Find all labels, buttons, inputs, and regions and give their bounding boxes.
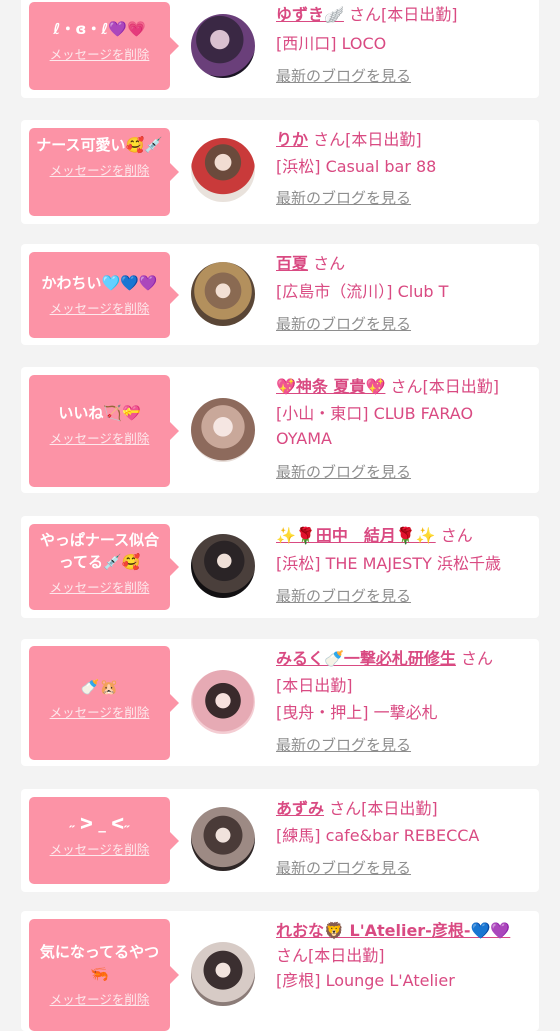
shop-name: [彦根] Lounge L'Atelier bbox=[276, 971, 455, 990]
honorific: さん bbox=[461, 649, 494, 668]
message-card: かわちい🩵💙💜 メッセージを削除 百夏 さん [広島市（流川）] Club T … bbox=[21, 244, 539, 345]
message-text: ナース可愛い🥰💉 bbox=[36, 136, 163, 154]
latest-blog-link[interactable]: 最新のブログを見る bbox=[276, 856, 533, 881]
shop-name: [広島市（流川）] Club T bbox=[276, 282, 449, 301]
honorific: さん bbox=[329, 799, 362, 818]
message-bubble: やっぱナース似合ってる💉🥰 メッセージを削除 bbox=[29, 524, 179, 610]
delete-message-link[interactable]: メッセージを削除 bbox=[29, 839, 170, 858]
honorific: さん bbox=[440, 526, 473, 545]
cast-name-link[interactable]: れおな🦁 L'Atelier-彦根-💙💜 bbox=[276, 921, 510, 940]
delete-message-link[interactable]: メッセージを削除 bbox=[29, 428, 170, 447]
avatar[interactable] bbox=[191, 262, 255, 326]
avatar[interactable] bbox=[191, 670, 255, 734]
message-card: 🍼🐹 メッセージを削除 みるく🍼一撃必札研修生 さん [本日出勤] [曳舟・押上… bbox=[21, 639, 539, 766]
latest-blog-link[interactable]: 最新のブログを見る bbox=[276, 733, 533, 758]
delete-message-link[interactable]: メッセージを削除 bbox=[29, 44, 170, 63]
message-bubble: ナース可愛い🥰💉 メッセージを削除 bbox=[29, 128, 179, 216]
avatar[interactable] bbox=[191, 942, 255, 1006]
message-bubble: ℓ・ɞ・ℓ💜💗 メッセージを削除 bbox=[29, 2, 179, 90]
cast-name-link[interactable]: ✨🌹田中 結月🌹✨ bbox=[276, 526, 436, 545]
shop-name: [浜松] Casual bar 88 bbox=[276, 157, 437, 176]
message-card: ナース可愛い🥰💉 メッセージを削除 りか さん[本日出勤] [浜松] Casua… bbox=[21, 120, 539, 224]
working-today-badge: [本日出勤] bbox=[345, 130, 422, 149]
message-text: いいね🏹💝 bbox=[58, 404, 141, 422]
honorific: さん bbox=[276, 946, 309, 965]
honorific: さん bbox=[349, 5, 382, 24]
message-bubble: かわちい🩵💙💜 メッセージを削除 bbox=[29, 252, 179, 338]
message-card: いいね🏹💝 メッセージを削除 💖神条 夏貴💖 さん[本日出勤] [小山・東口] … bbox=[21, 367, 539, 493]
working-today-badge: [本日出勤] bbox=[308, 946, 385, 965]
cast-name-link[interactable]: ゆずき🪽 bbox=[276, 5, 344, 24]
avatar[interactable] bbox=[191, 14, 255, 78]
cast-name-link[interactable]: りか bbox=[276, 130, 308, 149]
cast-info: 百夏 さん [広島市（流川）] Club T 最新のブログを見る bbox=[276, 251, 533, 337]
shop-name: [西川口] LOCO bbox=[276, 34, 387, 53]
cast-info: れおな🦁 L'Atelier-彦根-💙💜 さん[本日出勤] [彦根] Loung… bbox=[276, 918, 533, 993]
delete-message-link[interactable]: メッセージを削除 bbox=[29, 989, 170, 1008]
message-bubble: 🍼🐹 メッセージを削除 bbox=[29, 646, 179, 760]
latest-blog-link[interactable]: 最新のブログを見る bbox=[276, 186, 533, 211]
message-bubble: ˶ ᐳ _ ᐸ˶ メッセージを削除 bbox=[29, 797, 179, 884]
honorific: さん bbox=[390, 377, 423, 396]
avatar[interactable] bbox=[191, 398, 255, 462]
cast-name-link[interactable]: 百夏 bbox=[276, 254, 308, 273]
shop-name: [浜松] THE MAJESTY 浜松千歳 bbox=[276, 554, 501, 573]
shop-name: [小山・東口] CLUB FARAO OYAMA bbox=[276, 404, 474, 448]
latest-blog-link[interactable]: 最新のブログを見る bbox=[276, 584, 533, 609]
cast-info: あずみ さん[本日出勤] [練馬] cafe&bar REBECCA 最新のブロ… bbox=[276, 796, 533, 881]
delete-message-link[interactable]: メッセージを削除 bbox=[29, 160, 170, 179]
cast-name-link[interactable]: 💖神条 夏貴💖 bbox=[276, 377, 385, 396]
cast-info: みるく🍼一撃必札研修生 さん [本日出勤] [曳舟・押上] 一撃必札 最新のブロ… bbox=[276, 646, 533, 758]
cast-info: ✨🌹田中 結月🌹✨ さん [浜松] THE MAJESTY 浜松千歳 最新のブロ… bbox=[276, 523, 533, 609]
delete-message-link[interactable]: メッセージを削除 bbox=[29, 298, 170, 317]
message-card: ℓ・ɞ・ℓ💜💗 メッセージを削除 ゆずき🪽 さん[本日出勤] [西川口] LOC… bbox=[21, 0, 539, 98]
message-text: ℓ・ɞ・ℓ💜💗 bbox=[53, 20, 146, 38]
avatar[interactable] bbox=[191, 807, 255, 871]
delete-message-link[interactable]: メッセージを削除 bbox=[29, 702, 170, 721]
cast-name-link[interactable]: みるく🍼一撃必札研修生 bbox=[276, 649, 456, 668]
message-card: ˶ ᐳ _ ᐸ˶ メッセージを削除 あずみ さん[本日出勤] [練馬] cafe… bbox=[21, 789, 539, 892]
cast-info: りか さん[本日出勤] [浜松] Casual bar 88 最新のブログを見る bbox=[276, 127, 533, 211]
avatar[interactable] bbox=[191, 138, 255, 202]
message-card: やっぱナース似合ってる💉🥰 メッセージを削除 ✨🌹田中 結月🌹✨ さん [浜松]… bbox=[21, 516, 539, 618]
message-card: 気になってるやつ🦐 メッセージを削除 れおな🦁 L'Atelier-彦根-💙💜 … bbox=[21, 911, 539, 1031]
latest-blog-link[interactable]: 最新のブログを見る bbox=[276, 312, 533, 337]
shop-name: [曳舟・押上] 一撃必札 bbox=[276, 703, 438, 722]
message-text: 🍼🐹 bbox=[80, 678, 119, 696]
avatar[interactable] bbox=[191, 534, 255, 598]
cast-info: 💖神条 夏貴💖 さん[本日出勤] [小山・東口] CLUB FARAO OYAM… bbox=[276, 374, 533, 485]
cast-info: ゆずき🪽 さん[本日出勤] [西川口] LOCO 最新のブログを見る bbox=[276, 2, 533, 89]
working-today-badge: [本日出勤] bbox=[361, 799, 438, 818]
working-today-badge: [本日出勤] bbox=[381, 5, 458, 24]
honorific: さん bbox=[313, 254, 346, 273]
latest-blog-link[interactable]: 最新のブログを見る bbox=[276, 460, 533, 485]
message-text: 気になってるやつ🦐 bbox=[39, 943, 160, 983]
latest-blog-link[interactable]: 最新のブログを見る bbox=[276, 64, 533, 89]
honorific: さん bbox=[313, 130, 346, 149]
message-text: ˶ ᐳ _ ᐸ˶ bbox=[69, 815, 130, 833]
shop-name: [練馬] cafe&bar REBECCA bbox=[276, 826, 480, 845]
message-bubble: いいね🏹💝 メッセージを削除 bbox=[29, 375, 179, 487]
cast-name-link[interactable]: あずみ bbox=[276, 799, 324, 818]
message-bubble: 気になってるやつ🦐 メッセージを削除 bbox=[29, 919, 179, 1031]
message-text: やっぱナース似合ってる💉🥰 bbox=[39, 531, 160, 571]
delete-message-link[interactable]: メッセージを削除 bbox=[29, 577, 170, 596]
message-text: かわちい🩵💙💜 bbox=[41, 274, 158, 292]
working-today-badge: [本日出勤] bbox=[276, 676, 353, 695]
working-today-badge: [本日出勤] bbox=[422, 377, 500, 396]
